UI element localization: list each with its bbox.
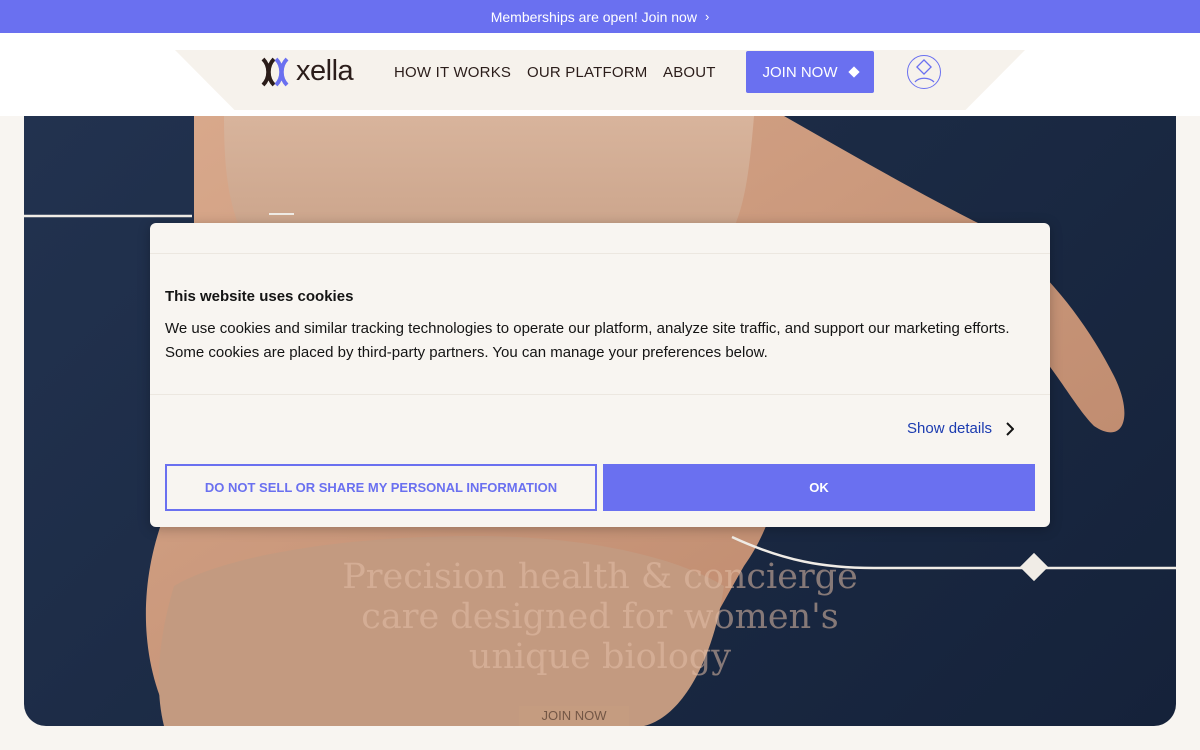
account-avatar-button[interactable]: [907, 55, 941, 89]
hero-headline-line-2: care designed for women's: [361, 597, 839, 637]
do-not-sell-button[interactable]: DO NOT SELL OR SHARE MY PERSONAL INFORMA…: [165, 464, 597, 511]
show-details-label: Show details: [907, 420, 993, 437]
logo-mark-icon: [261, 57, 289, 86]
chevron-right-icon: [1006, 421, 1015, 436]
site-header: xella HOW IT WORKS OUR PLATFORM ABOUT JO…: [0, 33, 1200, 116]
join-now-button[interactable]: JOIN NOW: [746, 51, 874, 93]
ok-button[interactable]: OK: [603, 464, 1035, 511]
logo-text: xella: [296, 55, 354, 87]
cookie-title: This website uses cookies: [165, 288, 354, 305]
hero-join-button[interactable]: JOIN NOW: [519, 706, 629, 726]
cookie-consent-dialog: This website uses cookies We use cookies…: [150, 223, 1050, 527]
diamond-icon: [847, 66, 860, 78]
logo[interactable]: xella: [260, 55, 354, 88]
divider: [150, 253, 1050, 254]
nav-how-it-works[interactable]: HOW IT WORKS: [394, 64, 511, 81]
nav-our-platform[interactable]: OUR PLATFORM: [527, 64, 647, 81]
divider: [150, 394, 1050, 395]
announcement-bar[interactable]: Memberships are open! Join now ›: [0, 0, 1200, 33]
join-now-label: JOIN NOW: [762, 63, 838, 81]
show-details-link[interactable]: Show details: [907, 420, 1015, 437]
announcement-text[interactable]: Memberships are open! Join now: [491, 9, 697, 25]
hero-headline-line-1: Precision health & concierge: [342, 557, 858, 597]
hero-headline-line-3: unique biology: [468, 637, 732, 677]
cookie-description: We use cookies and similar tracking tech…: [165, 320, 1010, 361]
chevron-right-icon: ›: [704, 9, 710, 24]
user-icon: [914, 59, 935, 83]
nav-about[interactable]: ABOUT: [663, 64, 716, 81]
